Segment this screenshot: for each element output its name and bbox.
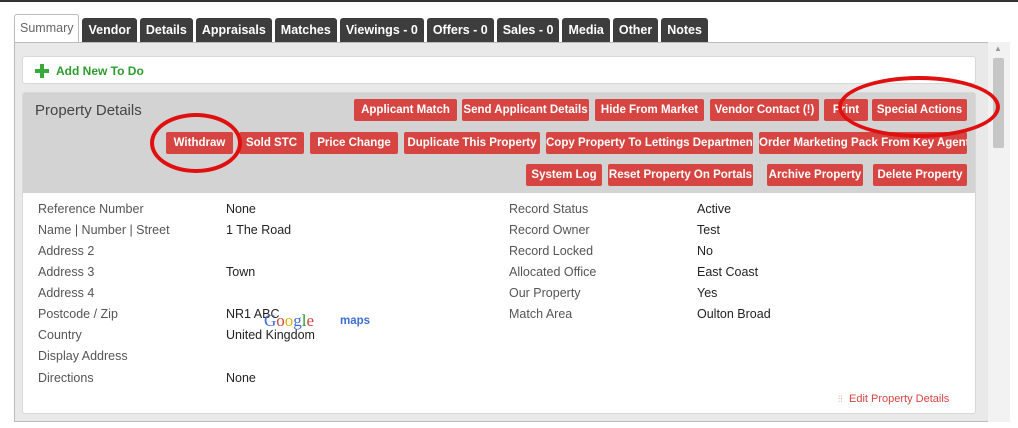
duplicate-property-button[interactable]: Duplicate This Property: [404, 132, 540, 154]
copy-to-lettings-button[interactable]: Copy Property To Lettings Department: [546, 132, 753, 154]
print-button[interactable]: Print: [824, 99, 868, 121]
property-details-panel: Property Details Applicant Match Send Ap…: [22, 92, 976, 414]
archive-property-button[interactable]: Archive Property: [767, 164, 863, 186]
field-label-reference-number: Reference Number: [38, 202, 144, 216]
field-label-country: Country: [38, 328, 82, 342]
field-value-record-locked: No: [697, 244, 713, 258]
special-actions-button[interactable]: Special Actions: [872, 99, 967, 121]
field-label-directions: Directions: [38, 371, 94, 385]
field-label-record-owner: Record Owner: [509, 223, 590, 237]
google-maps-link[interactable]: maps: [340, 315, 370, 327]
order-marketing-pack-button[interactable]: Order Marketing Pack From Key Agent: [759, 132, 967, 154]
field-value-street: 1 The Road: [226, 223, 292, 237]
field-label-postcode: Postcode / Zip: [38, 307, 118, 321]
field-value-address-3: Town: [226, 265, 256, 279]
edit-property-details-link[interactable]: Edit Property Details: [849, 393, 949, 405]
hide-from-market-button[interactable]: Hide From Market: [595, 99, 704, 121]
tab-vendor[interactable]: Vendor: [82, 18, 137, 42]
tab-other[interactable]: Other: [612, 18, 659, 42]
tab-sales[interactable]: Sales - 0: [496, 18, 560, 42]
field-label-address-4: Address 4: [38, 286, 95, 300]
system-log-button[interactable]: System Log: [526, 164, 602, 186]
withdraw-button[interactable]: Withdraw: [166, 132, 233, 154]
field-value-record-owner: Test: [697, 223, 720, 237]
tab-media[interactable]: Media: [562, 18, 610, 42]
field-value-reference-number: None: [226, 202, 256, 216]
field-label-street: Name | Number | Street: [38, 223, 170, 237]
field-label-allocated-office: Allocated Office: [509, 265, 597, 279]
field-value-record-status: Active: [697, 202, 732, 216]
send-applicant-details-button[interactable]: Send Applicant Details: [462, 99, 589, 121]
price-change-button[interactable]: Price Change: [310, 132, 398, 154]
field-value-directions: None: [226, 371, 256, 385]
vertical-scrollbar[interactable]: ▲: [988, 42, 1010, 422]
reset-property-on-portals-button[interactable]: Reset Property On Portals: [608, 164, 753, 186]
field-label-display-address: Display Address: [38, 349, 128, 363]
field-value-allocated-office: East Coast: [697, 265, 759, 279]
field-label-record-locked: Record Locked: [509, 244, 594, 258]
tab-offers[interactable]: Offers - 0: [426, 18, 494, 42]
field-label-our-property: Our Property: [509, 286, 581, 300]
field-value-match-area: Oulton Broad: [697, 307, 771, 321]
tab-bar: Summary Vendor Details Appraisals Matche…: [14, 14, 711, 42]
field-value-country: United Kingdom: [226, 328, 315, 342]
plus-icon[interactable]: [35, 64, 49, 78]
add-new-todo-link[interactable]: Add New To Do: [56, 64, 144, 78]
scroll-up-arrow-icon[interactable]: ▲: [994, 44, 1002, 53]
sold-stc-button[interactable]: Sold STC: [239, 132, 304, 154]
tab-viewings[interactable]: Viewings - 0: [339, 18, 424, 42]
todo-panel: Add New To Do: [22, 56, 976, 84]
field-label-record-status: Record Status: [509, 202, 589, 216]
tab-details[interactable]: Details: [139, 18, 193, 42]
vendor-contact-button[interactable]: Vendor Contact (!): [710, 99, 819, 121]
tab-matches[interactable]: Matches: [274, 18, 337, 42]
delete-property-button[interactable]: Delete Property: [873, 164, 967, 186]
field-label-address-3: Address 3: [38, 265, 95, 279]
top-border: [0, 0, 1018, 6]
field-value-our-property: Yes: [697, 286, 718, 300]
tab-notes[interactable]: Notes: [661, 18, 708, 42]
property-details-header: Property Details Applicant Match Send Ap…: [23, 93, 975, 193]
field-label-address-2: Address 2: [38, 244, 95, 258]
field-label-match-area: Match Area: [509, 307, 573, 321]
scroll-thumb[interactable]: [993, 58, 1004, 148]
tab-appraisals[interactable]: Appraisals: [195, 18, 272, 42]
property-details-title: Property Details: [35, 102, 142, 119]
edit-icon: ⫶⫶: [838, 394, 843, 404]
applicant-match-button[interactable]: Applicant Match: [354, 99, 457, 121]
tab-summary[interactable]: Summary: [14, 14, 80, 42]
